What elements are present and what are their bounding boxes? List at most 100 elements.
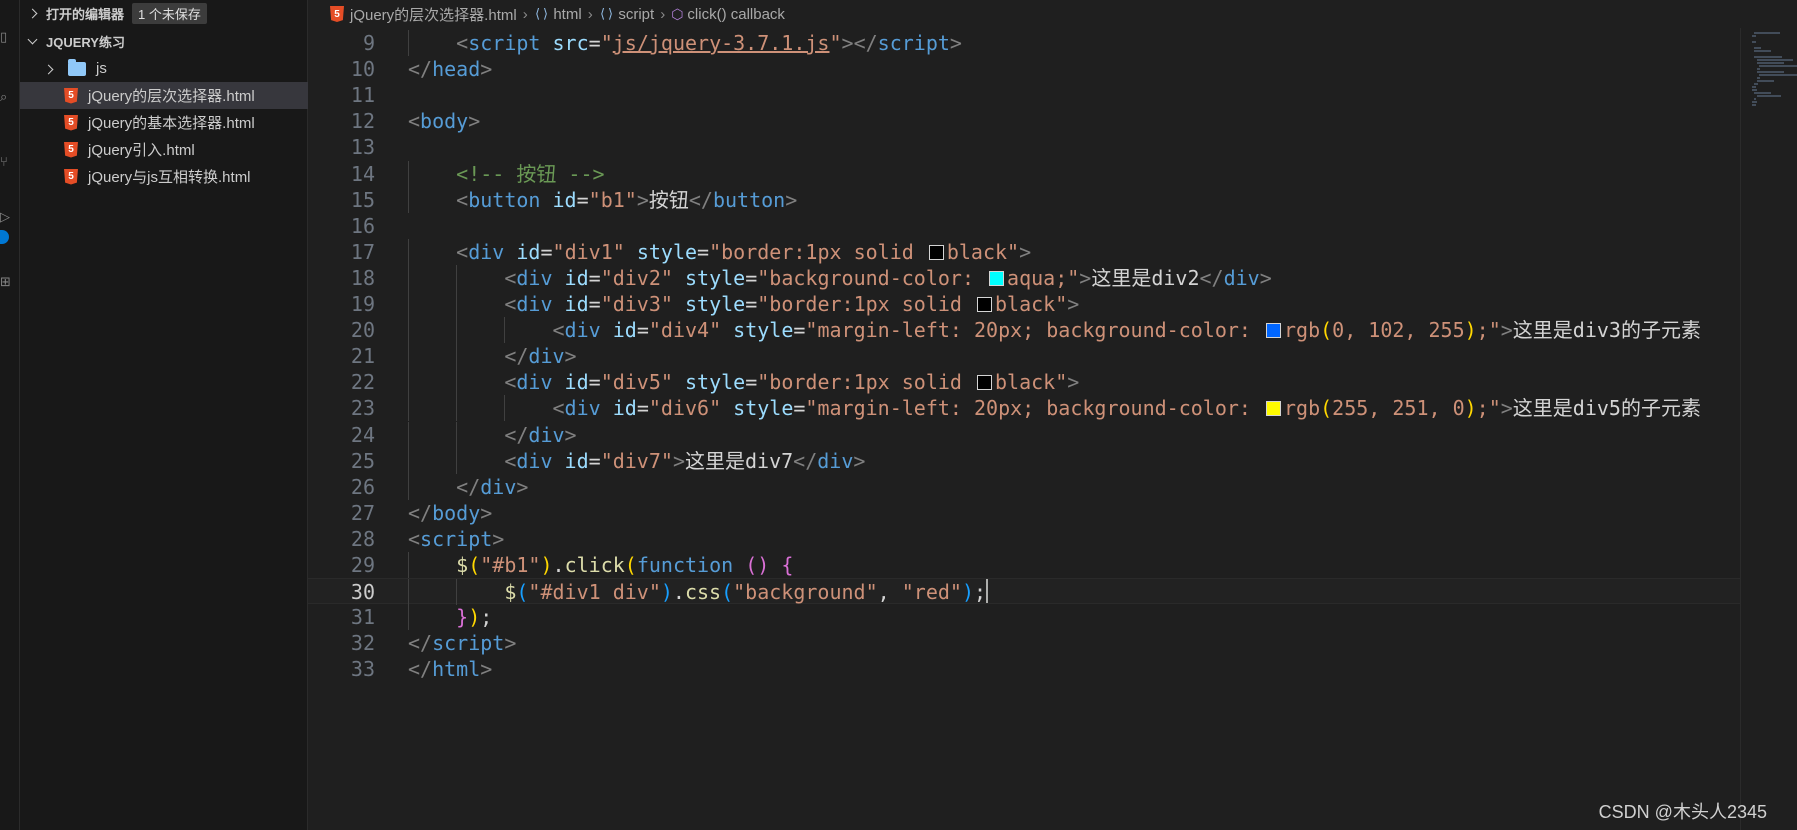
color-swatch[interactable]	[977, 297, 992, 312]
code-text: </div>	[408, 474, 528, 500]
tree-file-0[interactable]: 5 jQuery的层次选择器.html	[20, 82, 308, 109]
code-token: (	[1320, 318, 1333, 343]
minimap-line	[1756, 80, 1774, 82]
vertical-scrollbar[interactable]	[1740, 28, 1748, 830]
code-token: "div1"	[552, 239, 625, 264]
line-number: 32	[350, 631, 375, 656]
code-line[interactable]: 30 $("#div1 div").css("background", "red…	[308, 578, 1748, 606]
code-token: >	[1067, 370, 1080, 395]
color-swatch[interactable]	[928, 244, 944, 260]
code-line[interactable]: 17 <div id="div1" style="border:1px soli…	[308, 238, 1748, 265]
code-token: (	[516, 580, 529, 605]
explorer-icon[interactable]: ▯	[0, 30, 14, 46]
search-icon[interactable]: ⌕	[0, 90, 14, 106]
code-line[interactable]: 24 </div>	[308, 421, 1748, 448]
code-token: )	[660, 580, 673, 605]
color-swatch[interactable]	[977, 375, 992, 391]
code-token: 0, 102, 255	[1332, 318, 1465, 343]
color-swatch[interactable]	[1265, 323, 1281, 339]
code-area[interactable]: 9 <script src="js/jquery-3.7.1.js"></scr…	[308, 30, 1748, 810]
minimap-line	[1759, 74, 1797, 76]
code-token: div	[528, 422, 565, 447]
indent-guide	[408, 186, 409, 213]
source-control-icon[interactable]: ⑂	[0, 155, 14, 171]
code-line[interactable]: 16	[308, 213, 1748, 239]
minimap-line	[1756, 59, 1793, 61]
code-line[interactable]: 25 <div id="div7">这里是div7</div>	[308, 447, 1748, 474]
code-line[interactable]: 13	[308, 134, 1748, 160]
code-line[interactable]: 31 });	[308, 604, 1748, 631]
code-token: "border:1px solid	[757, 292, 974, 316]
code-editor[interactable]: 5 jQuery的层次选择器.html › ⟨⟩ html › ⟨⟩ scrip…	[308, 0, 1797, 830]
code-line[interactable]: 10 </head>	[308, 56, 1748, 82]
code-token: ;	[480, 605, 493, 630]
code-line[interactable]: 14 <!-- 按钮 -->	[308, 160, 1748, 187]
code-line[interactable]: 15 <button id="b1">按钮</button>	[308, 186, 1748, 213]
code-line[interactable]: 19 <div id="div3" style="border:1px soli…	[308, 291, 1748, 318]
color-swatch[interactable]	[989, 270, 1005, 286]
tree-file-3[interactable]: 5 jQuery与js互相转换.html	[20, 163, 308, 190]
code-line[interactable]: 23 <div id="div6" style="margin-left: 20…	[308, 395, 1748, 422]
code-line[interactable]: 33 </html>	[308, 656, 1748, 682]
code-text: </div>	[408, 343, 576, 369]
open-editors-label: 打开的编辑器	[46, 6, 125, 22]
code-line[interactable]: 21 </div>	[308, 343, 1748, 370]
code-token: >	[672, 448, 685, 473]
minimap[interactable]	[1748, 28, 1797, 148]
indent-guide	[408, 473, 409, 500]
project-section[interactable]: JQUERY练习	[20, 28, 308, 54]
extensions-icon[interactable]: ⊞	[0, 275, 14, 291]
code-token: script	[432, 631, 505, 656]
color-swatch[interactable]	[1265, 401, 1281, 417]
code-line[interactable]: 26 </div>	[308, 473, 1748, 500]
indent-guide	[456, 317, 458, 344]
code-line[interactable]: 9 <script src="js/jquery-3.7.1.js"></scr…	[308, 30, 1748, 57]
code-token: id	[564, 448, 589, 473]
code-line[interactable]: 32 </script>	[308, 630, 1748, 656]
code-line[interactable]: 28 <script>	[308, 526, 1748, 552]
code-text: <div id="div2" style="background-color: …	[408, 265, 1271, 291]
code-line[interactable]: 18 <div id="div2" style="background-colo…	[308, 264, 1748, 291]
watermark: CSDN @木头人2345	[1598, 802, 1767, 822]
code-line[interactable]: 27 </body>	[308, 500, 1748, 526]
code-token: <	[408, 109, 421, 134]
code-token: =	[588, 448, 601, 473]
code-token: =	[588, 31, 601, 55]
indent-guide	[456, 343, 458, 370]
code-token: >	[853, 448, 866, 473]
indent-guide	[408, 264, 409, 291]
code-token: ;	[974, 580, 987, 605]
line-number: 18	[350, 265, 375, 290]
tree-folder-js[interactable]: js	[20, 55, 308, 82]
code-line[interactable]: 12 <body>	[308, 108, 1748, 134]
code-token: <!-- 按钮 -->	[456, 161, 605, 186]
code-line[interactable]: 11	[308, 82, 1748, 108]
run-debug-icon[interactable]: ▷	[0, 210, 14, 226]
tree-file-2[interactable]: 5 jQuery引入.html	[20, 136, 308, 163]
indent-guide	[504, 395, 506, 422]
breadcrumb-html[interactable]: html	[553, 6, 581, 23]
breadcrumb-callback[interactable]: click() callback	[687, 6, 785, 23]
chevron-right-icon: ›	[587, 5, 593, 23]
code-line[interactable]: 20 <div id="div4" style="margin-left: 20…	[308, 317, 1748, 344]
code-token: "div2"	[600, 265, 673, 290]
code-token: "red"	[901, 580, 962, 605]
code-text: <body>	[408, 108, 480, 134]
indent-guide	[408, 421, 409, 448]
tree-file-1[interactable]: 5 jQuery的基本选择器.html	[20, 109, 308, 136]
code-text: <!-- 按钮 -->	[408, 161, 605, 187]
code-token: <	[408, 526, 421, 551]
code-token: </	[408, 657, 433, 682]
code-token: style	[733, 318, 794, 343]
html5-file-icon: 5	[330, 6, 344, 22]
code-line[interactable]: 22 <div id="div5" style="border:1px soli…	[308, 369, 1748, 396]
open-editors-section[interactable]: 打开的编辑器 1 个未保存	[20, 0, 308, 26]
code-line[interactable]: 29 $("#b1").click(function () {	[308, 552, 1748, 579]
line-number: 28	[350, 526, 375, 551]
breadcrumb-file[interactable]: jQuery的层次选择器.html	[350, 4, 517, 25]
indent-guide	[456, 291, 458, 318]
breadcrumb-script[interactable]: script	[618, 6, 654, 23]
code-text: <button id="b1">按钮</button>	[408, 187, 797, 213]
